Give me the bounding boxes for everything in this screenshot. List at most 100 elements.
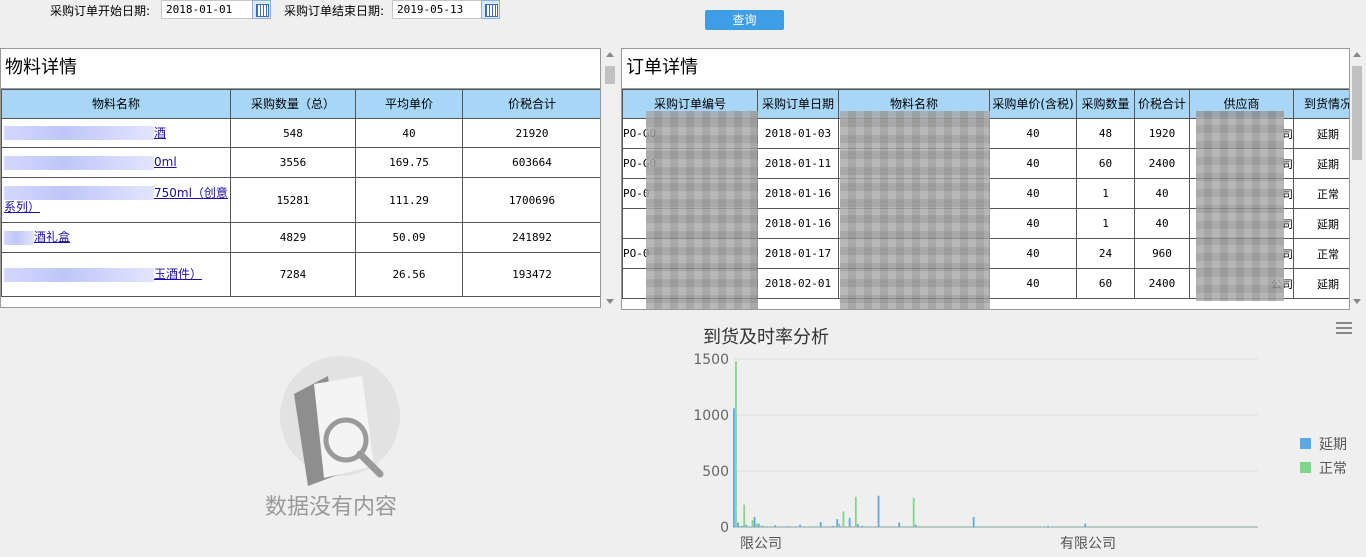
chart-bar <box>739 525 741 527</box>
chart-bar <box>784 526 787 527</box>
material-cell: 21920 <box>462 118 600 148</box>
legend-label: 延期 <box>1319 437 1347 453</box>
scroll-thumb[interactable] <box>1352 66 1362 160</box>
chart-bar <box>745 524 748 527</box>
material-cell: 111.29 <box>355 177 463 223</box>
chart-bar <box>1123 526 1126 527</box>
chart-bar <box>1131 526 1134 527</box>
scroll-down-icon[interactable] <box>606 299 614 304</box>
chart-bar <box>1229 526 1231 527</box>
start-calendar-icon[interactable] <box>252 0 271 19</box>
chart-bar <box>1067 526 1070 527</box>
chart-bar <box>1253 526 1256 527</box>
chart-bar <box>1222 526 1225 527</box>
chart-bar <box>1140 526 1142 527</box>
chart-bar <box>1218 526 1221 527</box>
chart-bar <box>1115 526 1118 527</box>
chart-bar <box>1028 526 1031 527</box>
chart-bar <box>879 526 882 527</box>
start-date-input[interactable]: 2018-01-01 <box>161 0 253 19</box>
chart-bar <box>859 526 861 527</box>
chart-bar <box>1082 526 1085 527</box>
scroll-thumb[interactable] <box>605 66 615 84</box>
chart-bar <box>1216 526 1219 527</box>
material-cell: 241892 <box>462 222 600 253</box>
redaction-blur <box>4 126 154 141</box>
order-cell: 40 <box>989 238 1077 269</box>
chart-bar <box>1154 526 1157 527</box>
chart-bar <box>1001 526 1004 527</box>
chart-bar <box>881 526 884 527</box>
chart-bar <box>1185 526 1188 527</box>
chart-bar <box>1086 526 1089 527</box>
chart-bar <box>939 526 942 527</box>
chart-bar <box>766 526 768 527</box>
material-name-link[interactable]: 750ml（创意系列） <box>1 177 231 223</box>
chart-bar <box>1003 526 1006 527</box>
chart-bar <box>836 519 839 527</box>
redaction-blur <box>4 267 154 282</box>
chart-bar <box>906 526 909 527</box>
chart-bar <box>795 526 797 527</box>
chart-bar <box>1173 526 1176 527</box>
menu-icon[interactable] <box>1336 322 1352 334</box>
end-date-input[interactable]: 2019-05-13 <box>392 0 484 19</box>
chart-bar <box>1158 526 1161 527</box>
end-calendar-icon[interactable] <box>481 0 500 19</box>
chart-bar <box>1169 526 1171 527</box>
query-button[interactable]: 查询 <box>705 10 784 30</box>
chart-bar <box>914 524 917 527</box>
chart-bar <box>1092 526 1095 527</box>
chart-bar <box>912 497 915 527</box>
chart-bar <box>1113 526 1116 527</box>
material-scrollbar[interactable] <box>603 48 617 308</box>
legend-swatch <box>1300 438 1311 449</box>
empty-state-text: 数据没有内容 <box>265 495 398 520</box>
chart-bar <box>799 524 801 527</box>
redaction-blur <box>646 111 758 309</box>
chart-bar <box>821 526 824 527</box>
chart-bar <box>956 526 958 527</box>
scroll-down-icon[interactable] <box>1353 299 1361 304</box>
material-name-link[interactable]: 玉酒件） <box>1 252 231 297</box>
scroll-up-icon[interactable] <box>1353 52 1361 57</box>
chart-bar <box>1111 526 1114 527</box>
material-name-link[interactable]: 酒礼盒 <box>1 222 231 253</box>
chart-bar <box>815 526 818 527</box>
chart-bar <box>1030 526 1033 527</box>
chart-bar <box>1038 526 1041 527</box>
chart-bar <box>995 526 998 527</box>
chart-bar <box>993 526 996 527</box>
chart-bar <box>1127 526 1130 527</box>
x-tick-label: 有限公司 <box>1060 536 1116 552</box>
chart-bar <box>857 524 859 527</box>
chart-bar <box>1076 526 1078 527</box>
chart-bar <box>989 526 992 527</box>
chart-bar <box>1071 526 1074 527</box>
legend-swatch <box>1300 462 1311 473</box>
chart-bar <box>954 526 956 527</box>
material-name-link[interactable]: 酒 <box>1 118 231 148</box>
chart-bar <box>759 525 762 527</box>
order-col-header: 采购单价(含税) <box>989 89 1077 119</box>
material-name-link[interactable]: 0ml <box>1 147 231 178</box>
order-cell: 960 <box>1134 238 1190 269</box>
chart-bar <box>1156 526 1159 527</box>
chart-bar <box>1047 525 1049 527</box>
chart-bar <box>774 525 777 527</box>
order-scrollbar[interactable] <box>1350 48 1364 308</box>
chart-bar <box>1138 526 1140 527</box>
y-tick-label: 0 <box>720 520 729 536</box>
order-panel: 订单详情 采购订单编号 采购订单日期 物料名称 采购单价(含税) 采购数量 价税合计 供应商… <box>621 48 1350 310</box>
scroll-up-icon[interactable] <box>606 52 614 57</box>
chart-bar <box>755 523 758 527</box>
chart-bar <box>1220 526 1223 527</box>
material-cell: 26.56 <box>355 252 463 297</box>
chart-bar <box>1179 526 1182 527</box>
chart-bar <box>1129 526 1132 527</box>
order-cell: 40 <box>989 268 1077 299</box>
chart-bar <box>908 526 911 527</box>
order-cell: 延期 <box>1293 148 1349 179</box>
chart-bar <box>1026 526 1029 527</box>
material-name-text: 玉酒件） <box>154 267 203 282</box>
